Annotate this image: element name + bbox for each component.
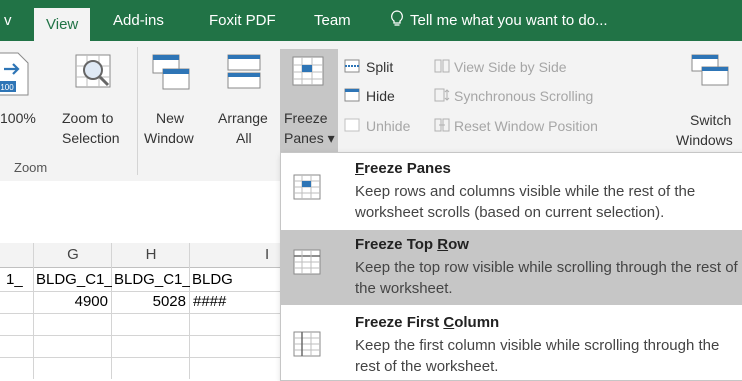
freeze-panes-line2: Panes ▾ bbox=[284, 130, 335, 146]
freeze-panes-icon bbox=[292, 56, 324, 86]
arrange-all-button[interactable]: Arrange All bbox=[210, 47, 276, 157]
cell-f1[interactable]: 1_ bbox=[6, 269, 23, 291]
split-button[interactable]: Split bbox=[344, 57, 426, 79]
zoom-to-selection-line1: Zoom to bbox=[62, 110, 114, 126]
unhide-window-icon bbox=[344, 118, 360, 132]
zoom-100-icon-text: 100 bbox=[0, 83, 14, 92]
zoom-100-icon: 100 bbox=[0, 52, 29, 96]
group-separator bbox=[137, 47, 138, 175]
menu-item-freeze-first-column[interactable]: Freeze First Column Keep the first colum… bbox=[281, 306, 742, 381]
tab-view[interactable]: View bbox=[34, 8, 91, 41]
tell-me-text: Tell me what you want to do... bbox=[410, 12, 608, 29]
new-window-button[interactable]: New Window bbox=[142, 47, 200, 157]
freeze-panes-menu-icon bbox=[293, 174, 321, 200]
view-side-by-side-label: View Side by Side bbox=[454, 59, 567, 75]
side-by-side-icon bbox=[434, 59, 450, 73]
switch-windows-line2: Windows bbox=[676, 132, 733, 148]
ribbon-tab-bar: v View Add-ins Foxit PDF Team Tell me wh… bbox=[0, 0, 742, 41]
unhide-button[interactable]: Unhide bbox=[344, 116, 426, 138]
sync-scroll-icon bbox=[434, 88, 450, 102]
freeze-panes-button[interactable]: Freeze Panes ▾ bbox=[280, 49, 338, 153]
column-header-g[interactable]: G bbox=[34, 244, 112, 266]
lightbulb-icon bbox=[391, 10, 403, 26]
menu-item-freeze-top-row-title: Freeze Top Row bbox=[355, 236, 469, 253]
tab-foxit-pdf[interactable]: Foxit PDF bbox=[209, 0, 276, 41]
hide-window-icon bbox=[344, 88, 360, 102]
menu-item-freeze-panes[interactable]: Freeze Panes Keep rows and columns visib… bbox=[281, 153, 742, 228]
gridline bbox=[189, 243, 190, 379]
arrange-all-line2: All bbox=[236, 130, 252, 146]
freeze-top-row-icon bbox=[293, 249, 321, 275]
arrange-all-icon bbox=[227, 54, 261, 89]
cell-g2[interactable]: 4900 bbox=[34, 291, 108, 313]
cell-h1[interactable]: BLDG_C1_ bbox=[114, 269, 190, 291]
freeze-first-column-icon bbox=[293, 331, 321, 357]
cell-h2[interactable]: 5028 bbox=[112, 291, 186, 313]
cell-g1[interactable]: BLDG_C1_ bbox=[36, 269, 112, 291]
menu-item-freeze-first-column-title: Freeze First Column bbox=[355, 314, 500, 331]
column-header-h[interactable]: H bbox=[112, 244, 190, 266]
menu-item-freeze-top-row-desc: Keep the top row visible while scrolling… bbox=[355, 259, 738, 297]
tab-partial[interactable]: v bbox=[4, 0, 12, 41]
reset-window-position-button[interactable]: Reset Window Position bbox=[434, 116, 664, 138]
synchronous-scrolling-label: Synchronous Scrolling bbox=[454, 88, 594, 104]
new-window-icon bbox=[152, 54, 190, 90]
new-window-line2: Window bbox=[144, 130, 194, 146]
cell-i1[interactable]: BLDG bbox=[192, 269, 280, 291]
arrange-all-line1: Arrange bbox=[218, 110, 268, 126]
menu-item-freeze-top-row[interactable]: Freeze Top Row Keep the top row visible … bbox=[281, 230, 742, 305]
menu-item-freeze-panes-desc: Keep rows and columns visible while the … bbox=[355, 183, 696, 221]
hide-label: Hide bbox=[366, 88, 395, 104]
split-label: Split bbox=[366, 59, 394, 75]
tab-addins[interactable]: Add-ins bbox=[113, 0, 164, 41]
synchronous-scrolling-button[interactable]: Synchronous Scrolling bbox=[434, 86, 654, 108]
reset-position-icon bbox=[434, 118, 450, 132]
switch-windows-button[interactable]: Switch Windows bbox=[672, 47, 742, 157]
freeze-panes-menu: Freeze Panes Keep rows and columns visib… bbox=[280, 152, 742, 381]
view-side-by-side-button[interactable]: View Side by Side bbox=[434, 57, 654, 79]
new-window-line1: New bbox=[156, 110, 185, 126]
menu-item-freeze-first-column-desc: Keep the first column visible while scro… bbox=[355, 337, 720, 375]
zoom-100-label: 100% bbox=[0, 110, 36, 126]
zoom-100-button[interactable]: 100 100% bbox=[0, 47, 52, 157]
split-icon bbox=[344, 59, 360, 73]
unhide-label: Unhide bbox=[366, 118, 411, 134]
menu-item-freeze-panes-title: Freeze Panes bbox=[355, 160, 451, 177]
tell-me-box[interactable]: Tell me what you want to do... bbox=[390, 0, 608, 41]
switch-windows-line1: Switch bbox=[690, 112, 732, 128]
freeze-panes-line1: Freeze bbox=[284, 110, 328, 126]
cell-i2[interactable]: #### bbox=[193, 291, 279, 313]
tab-team[interactable]: Team bbox=[314, 0, 351, 41]
zoom-to-selection-line2: Selection bbox=[62, 130, 120, 146]
reset-window-position-label: Reset Window Position bbox=[454, 118, 598, 134]
hide-button[interactable]: Hide bbox=[344, 86, 426, 108]
switch-windows-icon bbox=[691, 54, 729, 86]
group-zoom-label: Zoom bbox=[14, 160, 48, 175]
zoom-to-selection-icon bbox=[75, 54, 111, 88]
zoom-to-selection-button[interactable]: Zoom to Selection bbox=[56, 47, 132, 157]
